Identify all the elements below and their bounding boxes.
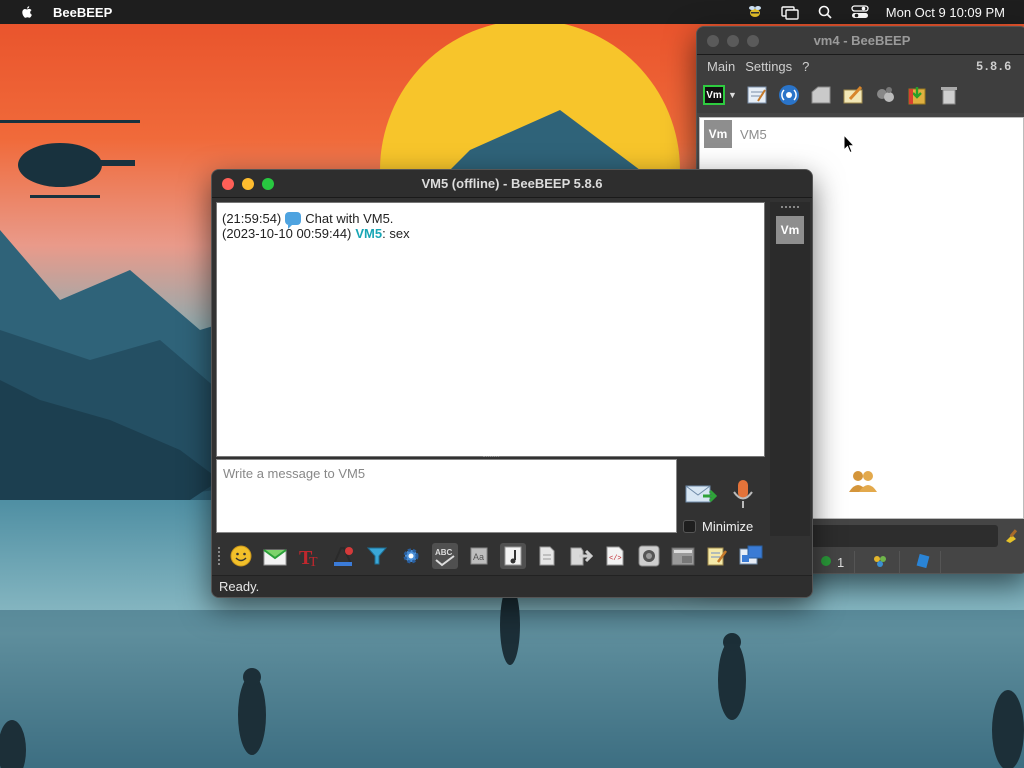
minimize-label: Minimize <box>702 519 754 534</box>
control-center-icon[interactable] <box>851 3 869 21</box>
tab-chats[interactable] <box>906 551 942 573</box>
menu-settings[interactable]: Settings <box>745 59 792 74</box>
screen-mirroring-icon[interactable] <box>781 3 799 21</box>
status-badge: Vm <box>703 85 726 105</box>
menu-bar: BeeBEEP Mon Oct 9 10:09 PM <box>0 0 1024 24</box>
download-folder-icon[interactable] <box>905 83 929 107</box>
search-input[interactable] <box>809 525 998 547</box>
trash-icon[interactable] <box>937 83 961 107</box>
microphone-icon[interactable] <box>731 477 755 511</box>
minimize-option[interactable]: Minimize <box>683 519 753 534</box>
status-menu-button[interactable]: Vm ▼ <box>703 83 737 107</box>
panel-grip[interactable] <box>781 206 799 210</box>
filter-icon[interactable] <box>364 543 390 569</box>
svg-text:ABC: ABC <box>435 548 453 557</box>
emoticons-icon[interactable] <box>228 543 254 569</box>
tab-groups[interactable] <box>861 551 901 573</box>
chevron-down-icon: ▼ <box>728 90 737 100</box>
send-message-icon[interactable] <box>685 480 718 510</box>
message-text: Chat with VM5. <box>305 211 394 226</box>
beebeep-tray-icon[interactable] <box>746 3 764 21</box>
group-users-icon[interactable] <box>847 468 879 497</box>
avatar[interactable]: Vm <box>776 216 804 244</box>
main-status-tabs: 1 <box>809 551 942 573</box>
chat-bubble-icon <box>285 212 302 229</box>
svg-text:</>: </> <box>609 555 622 563</box>
chat-toolbar: TT ABC Aa </> <box>216 539 810 573</box>
menu-main[interactable]: Main <box>707 59 735 74</box>
edit-profile-icon[interactable] <box>745 83 769 107</box>
main-window-titlebar[interactable]: vm4 - BeeBEEP <box>697 27 1024 55</box>
spellcheck-icon[interactable]: ABC <box>432 543 458 569</box>
message-time: (21:59:54) <box>222 211 282 226</box>
chats-icon <box>916 553 930 571</box>
menu-help[interactable]: ? <box>802 59 809 74</box>
chat-window-title: VM5 (offline) - BeeBEEP 5.8.6 <box>421 176 603 191</box>
version-label: 5.8.6 <box>976 59 1013 73</box>
main-window-title: vm4 - BeeBEEP <box>813 33 911 48</box>
main-toolbar: Vm ▼ <box>697 77 1024 113</box>
chat-window-titlebar[interactable]: VM5 (offline) - BeeBEEP 5.8.6 <box>212 170 812 198</box>
email-icon[interactable] <box>262 543 288 569</box>
chat-history[interactable]: (21:59:54) Chat with VM5. (2023-10-10 00… <box>216 202 765 457</box>
message-input[interactable]: Write a message to VM5 <box>216 459 677 533</box>
send-file-icon[interactable] <box>534 543 560 569</box>
chat-members-panel: Vm <box>770 202 810 536</box>
screenshot-icon[interactable] <box>636 543 662 569</box>
status-text: Ready. <box>219 579 260 594</box>
toolbar-grip[interactable] <box>218 547 222 565</box>
edit-notes-icon[interactable] <box>704 543 730 569</box>
settings-gear-icon[interactable] <box>398 543 424 569</box>
message-text: : sex <box>382 226 410 241</box>
detach-window-icon[interactable] <box>738 543 764 569</box>
groups-icon <box>871 554 889 571</box>
users-count: 1 <box>837 554 845 570</box>
svg-text:Aa: Aa <box>473 552 484 562</box>
message-time: (2023-10-10 00:59:44) <box>222 226 352 241</box>
active-app-name[interactable]: BeeBEEP <box>53 5 112 20</box>
html-code-icon[interactable]: </> <box>602 543 628 569</box>
mouse-cursor-icon <box>843 134 855 154</box>
avatar: Vm <box>704 120 732 148</box>
dictionary-icon[interactable]: Aa <box>466 543 492 569</box>
sound-notification-icon[interactable] <box>500 543 526 569</box>
menubar-clock[interactable]: Mon Oct 9 10:09 PM <box>886 5 1005 20</box>
tab-users[interactable]: 1 <box>809 551 856 573</box>
user-name: VM5 <box>740 126 767 142</box>
send-folder-icon[interactable] <box>568 543 594 569</box>
apple-icon[interactable] <box>19 4 35 20</box>
save-chat-icon[interactable] <box>670 543 696 569</box>
user-list-item[interactable]: Vm VM5 <box>700 120 1023 148</box>
svg-text:T: T <box>309 555 318 568</box>
main-menu-bar: Main Settings ? 5.8.6 <box>697 55 1024 77</box>
spotlight-search-icon[interactable] <box>816 3 834 21</box>
broadcast-icon[interactable] <box>777 83 801 107</box>
clear-search-icon[interactable] <box>998 529 1024 543</box>
font-color-icon[interactable] <box>330 543 356 569</box>
chat-window: VM5 (offline) - BeeBEEP 5.8.6 (21:59:54)… <box>211 169 813 598</box>
write-note-icon[interactable] <box>841 83 865 107</box>
message-user[interactable]: VM5 <box>355 226 382 241</box>
status-bar: Ready. <box>212 575 812 597</box>
font-icon[interactable]: TT <box>296 543 322 569</box>
folder-icon[interactable] <box>809 83 833 107</box>
minimize-checkbox[interactable] <box>683 520 696 533</box>
chat-message: (21:59:54) Chat with VM5. <box>222 211 759 229</box>
plugins-icon[interactable] <box>873 83 897 107</box>
users-online-icon <box>819 555 833 570</box>
chat-message: (2023-10-10 00:59:44) VM5 : sex <box>222 226 759 241</box>
